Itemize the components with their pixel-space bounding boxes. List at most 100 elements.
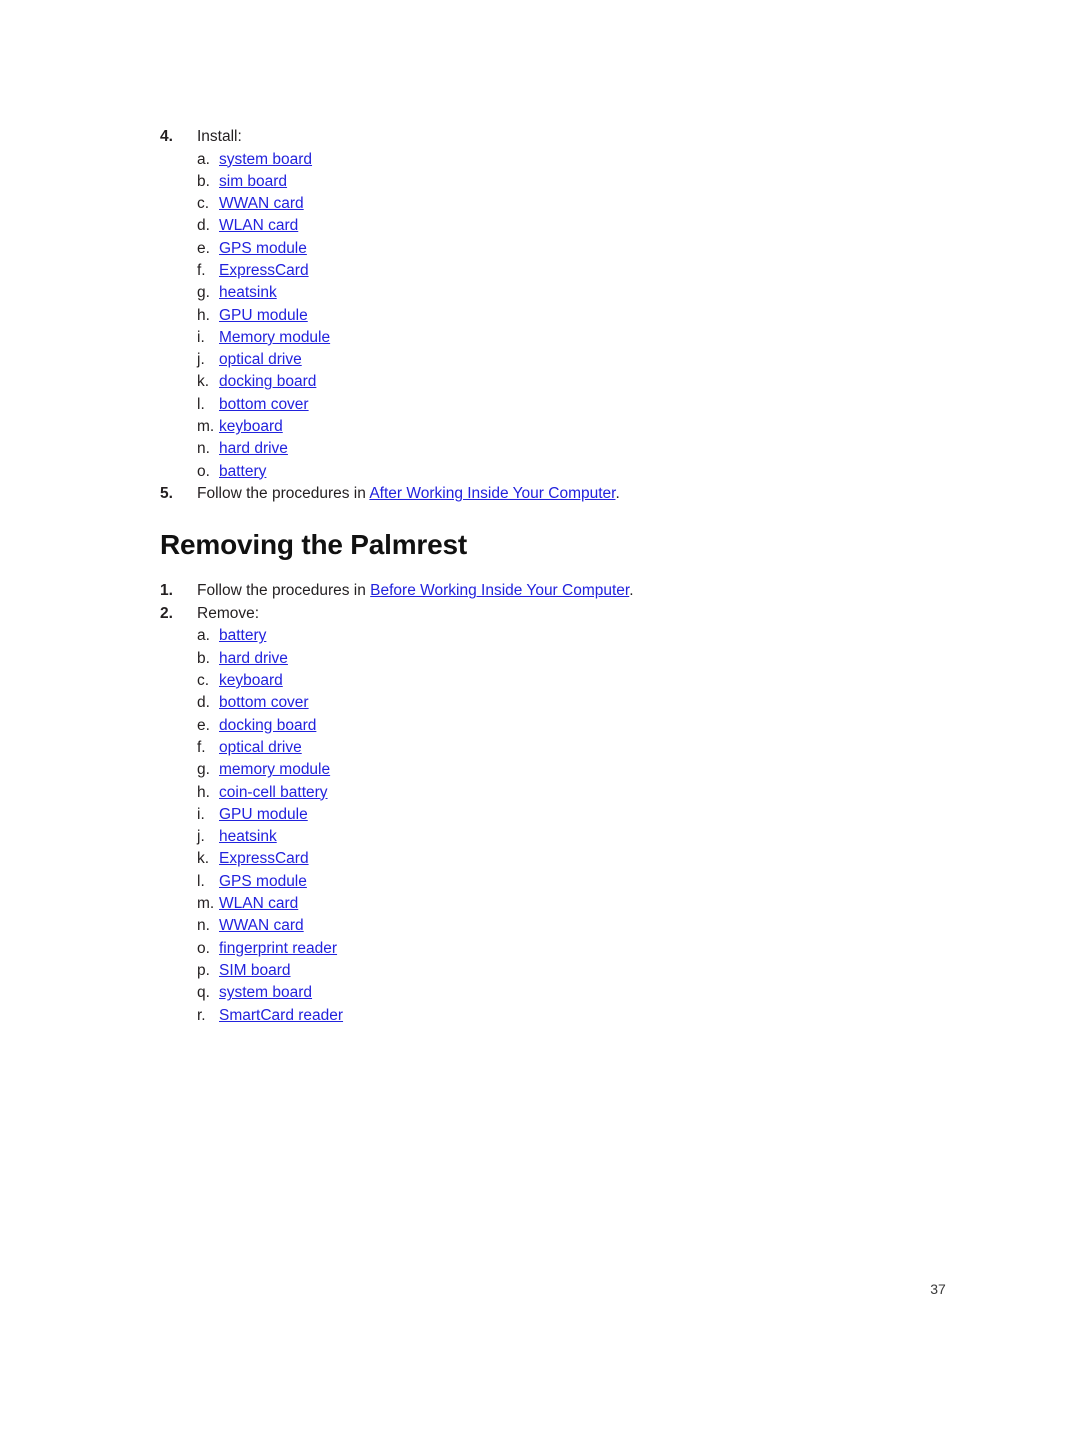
list-marker: m.: [197, 895, 215, 913]
list-marker: j.: [197, 828, 205, 846]
list-item: a. system board: [160, 149, 960, 171]
link-before-working-inside-your-computer[interactable]: Before Working Inside Your Computer: [370, 582, 629, 599]
list-marker: o.: [197, 462, 210, 480]
list-item: l. GPS module: [160, 871, 960, 893]
list-item: o. fingerprint reader: [160, 938, 960, 960]
link-heatsink[interactable]: heatsink: [219, 828, 277, 845]
link-docking-board[interactable]: docking board: [219, 373, 316, 390]
link-heatsink[interactable]: heatsink: [219, 284, 277, 301]
list-item: q. system board: [160, 982, 960, 1004]
link-sim-board[interactable]: sim board: [219, 173, 287, 190]
list-marker: c.: [197, 672, 210, 690]
link-battery[interactable]: battery: [219, 463, 266, 480]
link-hard-drive[interactable]: hard drive: [219, 440, 288, 457]
page-number-value: 37: [930, 1281, 946, 1297]
link-keyboard[interactable]: keyboard: [219, 418, 283, 435]
page-title: Removing the Palmrest: [160, 529, 467, 561]
list-item: g. memory module: [160, 759, 960, 781]
list-item: f. optical drive: [160, 737, 960, 759]
list-item: j. heatsink: [160, 826, 960, 848]
list-marker: 5.: [160, 484, 173, 502]
link-system-board[interactable]: system board: [219, 984, 312, 1001]
remove-step-label: Remove:: [197, 604, 260, 622]
link-optical-drive[interactable]: optical drive: [219, 351, 302, 368]
link-expresscard[interactable]: ExpressCard: [219, 262, 309, 279]
link-bottom-cover[interactable]: bottom cover: [219, 694, 309, 711]
link-bottom-cover[interactable]: bottom cover: [219, 396, 309, 413]
list-marker: e.: [197, 716, 210, 734]
link-smartcard-reader[interactable]: SmartCard reader: [219, 1007, 343, 1024]
list-marker: r.: [197, 1006, 206, 1024]
list-item: r. SmartCard reader: [160, 1005, 960, 1027]
list-item: k. ExpressCard: [160, 848, 960, 870]
list-item: m. WLAN card: [160, 893, 960, 915]
link-gps-module[interactable]: GPS module: [219, 873, 307, 890]
link-gpu-module[interactable]: GPU module: [219, 307, 308, 324]
list-marker: f.: [197, 261, 206, 279]
list-marker: h.: [197, 306, 210, 324]
before-step-suffix: .: [629, 582, 634, 600]
list-marker: b.: [197, 649, 210, 667]
list-marker: q.: [197, 984, 210, 1002]
link-system-board[interactable]: system board: [219, 151, 312, 168]
list-marker: j.: [197, 351, 205, 369]
list-marker: p.: [197, 961, 210, 979]
link-memory-module[interactable]: Memory module: [219, 329, 330, 346]
link-optical-drive[interactable]: optical drive: [219, 739, 302, 756]
list-marker: a.: [197, 150, 210, 168]
link-wlan-card[interactable]: WLAN card: [219, 217, 298, 234]
list-marker: l.: [197, 395, 205, 413]
list-marker: h.: [197, 783, 210, 801]
list-marker: g.: [197, 761, 210, 779]
link-expresscard[interactable]: ExpressCard: [219, 850, 309, 867]
install-step-list: 4. Install:: [160, 126, 960, 149]
list-marker: i.: [197, 805, 205, 823]
list-item: h. coin-cell battery: [160, 782, 960, 804]
after-step-list: 5. Follow the procedures in After Working…: [160, 483, 960, 506]
list-item: p. SIM board: [160, 960, 960, 982]
link-sim-board[interactable]: SIM board: [219, 962, 291, 979]
list-marker: n.: [197, 440, 210, 458]
after-step-suffix: .: [615, 484, 620, 502]
link-memory-module[interactable]: memory module: [219, 761, 330, 778]
list-item: n. WWAN card: [160, 915, 960, 937]
list-marker: 1.: [160, 582, 173, 600]
list-item: h. GPU module: [160, 305, 960, 327]
list-item: c. WWAN card: [160, 193, 960, 215]
link-hard-drive[interactable]: hard drive: [219, 650, 288, 667]
link-gpu-module[interactable]: GPU module: [219, 806, 308, 823]
list-item: a. battery: [160, 625, 960, 647]
list-marker: 2.: [160, 604, 173, 622]
list-item: d. WLAN card: [160, 215, 960, 237]
page-number-footer: 37: [0, 1281, 1080, 1297]
install-parts-list: a. system board b. sim board c. WWAN car…: [160, 149, 960, 483]
link-wwan-card[interactable]: WWAN card: [219, 917, 304, 934]
link-after-working-inside-your-computer[interactable]: After Working Inside Your Computer: [369, 485, 615, 502]
list-marker: b.: [197, 172, 210, 190]
list-marker: a.: [197, 627, 210, 645]
list-item: k. docking board: [160, 371, 960, 393]
install-step: 4. Install:: [160, 126, 960, 149]
list-item: l. bottom cover: [160, 394, 960, 416]
link-battery[interactable]: battery: [219, 627, 266, 644]
link-wlan-card[interactable]: WLAN card: [219, 895, 298, 912]
list-item: g. heatsink: [160, 282, 960, 304]
list-marker: m.: [197, 418, 215, 436]
after-working-step: 5. Follow the procedures in After Working…: [160, 483, 960, 506]
after-step-prefix: Follow the procedures in: [197, 484, 370, 502]
list-item: e. GPS module: [160, 238, 960, 260]
link-coin-cell-battery[interactable]: coin-cell battery: [219, 784, 328, 801]
list-item: c. keyboard: [160, 670, 960, 692]
list-item: j. optical drive: [160, 349, 960, 371]
before-step-prefix: Follow the procedures in: [197, 582, 371, 600]
link-docking-board[interactable]: docking board: [219, 717, 316, 734]
list-item: f. ExpressCard: [160, 260, 960, 282]
link-keyboard[interactable]: keyboard: [219, 672, 283, 689]
removal-step-list: 1. Follow the procedures in Before Workin…: [160, 580, 960, 625]
list-marker: e.: [197, 239, 210, 257]
list-item: b. sim board: [160, 171, 960, 193]
link-fingerprint-reader[interactable]: fingerprint reader: [219, 940, 337, 957]
link-gps-module[interactable]: GPS module: [219, 240, 307, 257]
link-wwan-card[interactable]: WWAN card: [219, 195, 304, 212]
